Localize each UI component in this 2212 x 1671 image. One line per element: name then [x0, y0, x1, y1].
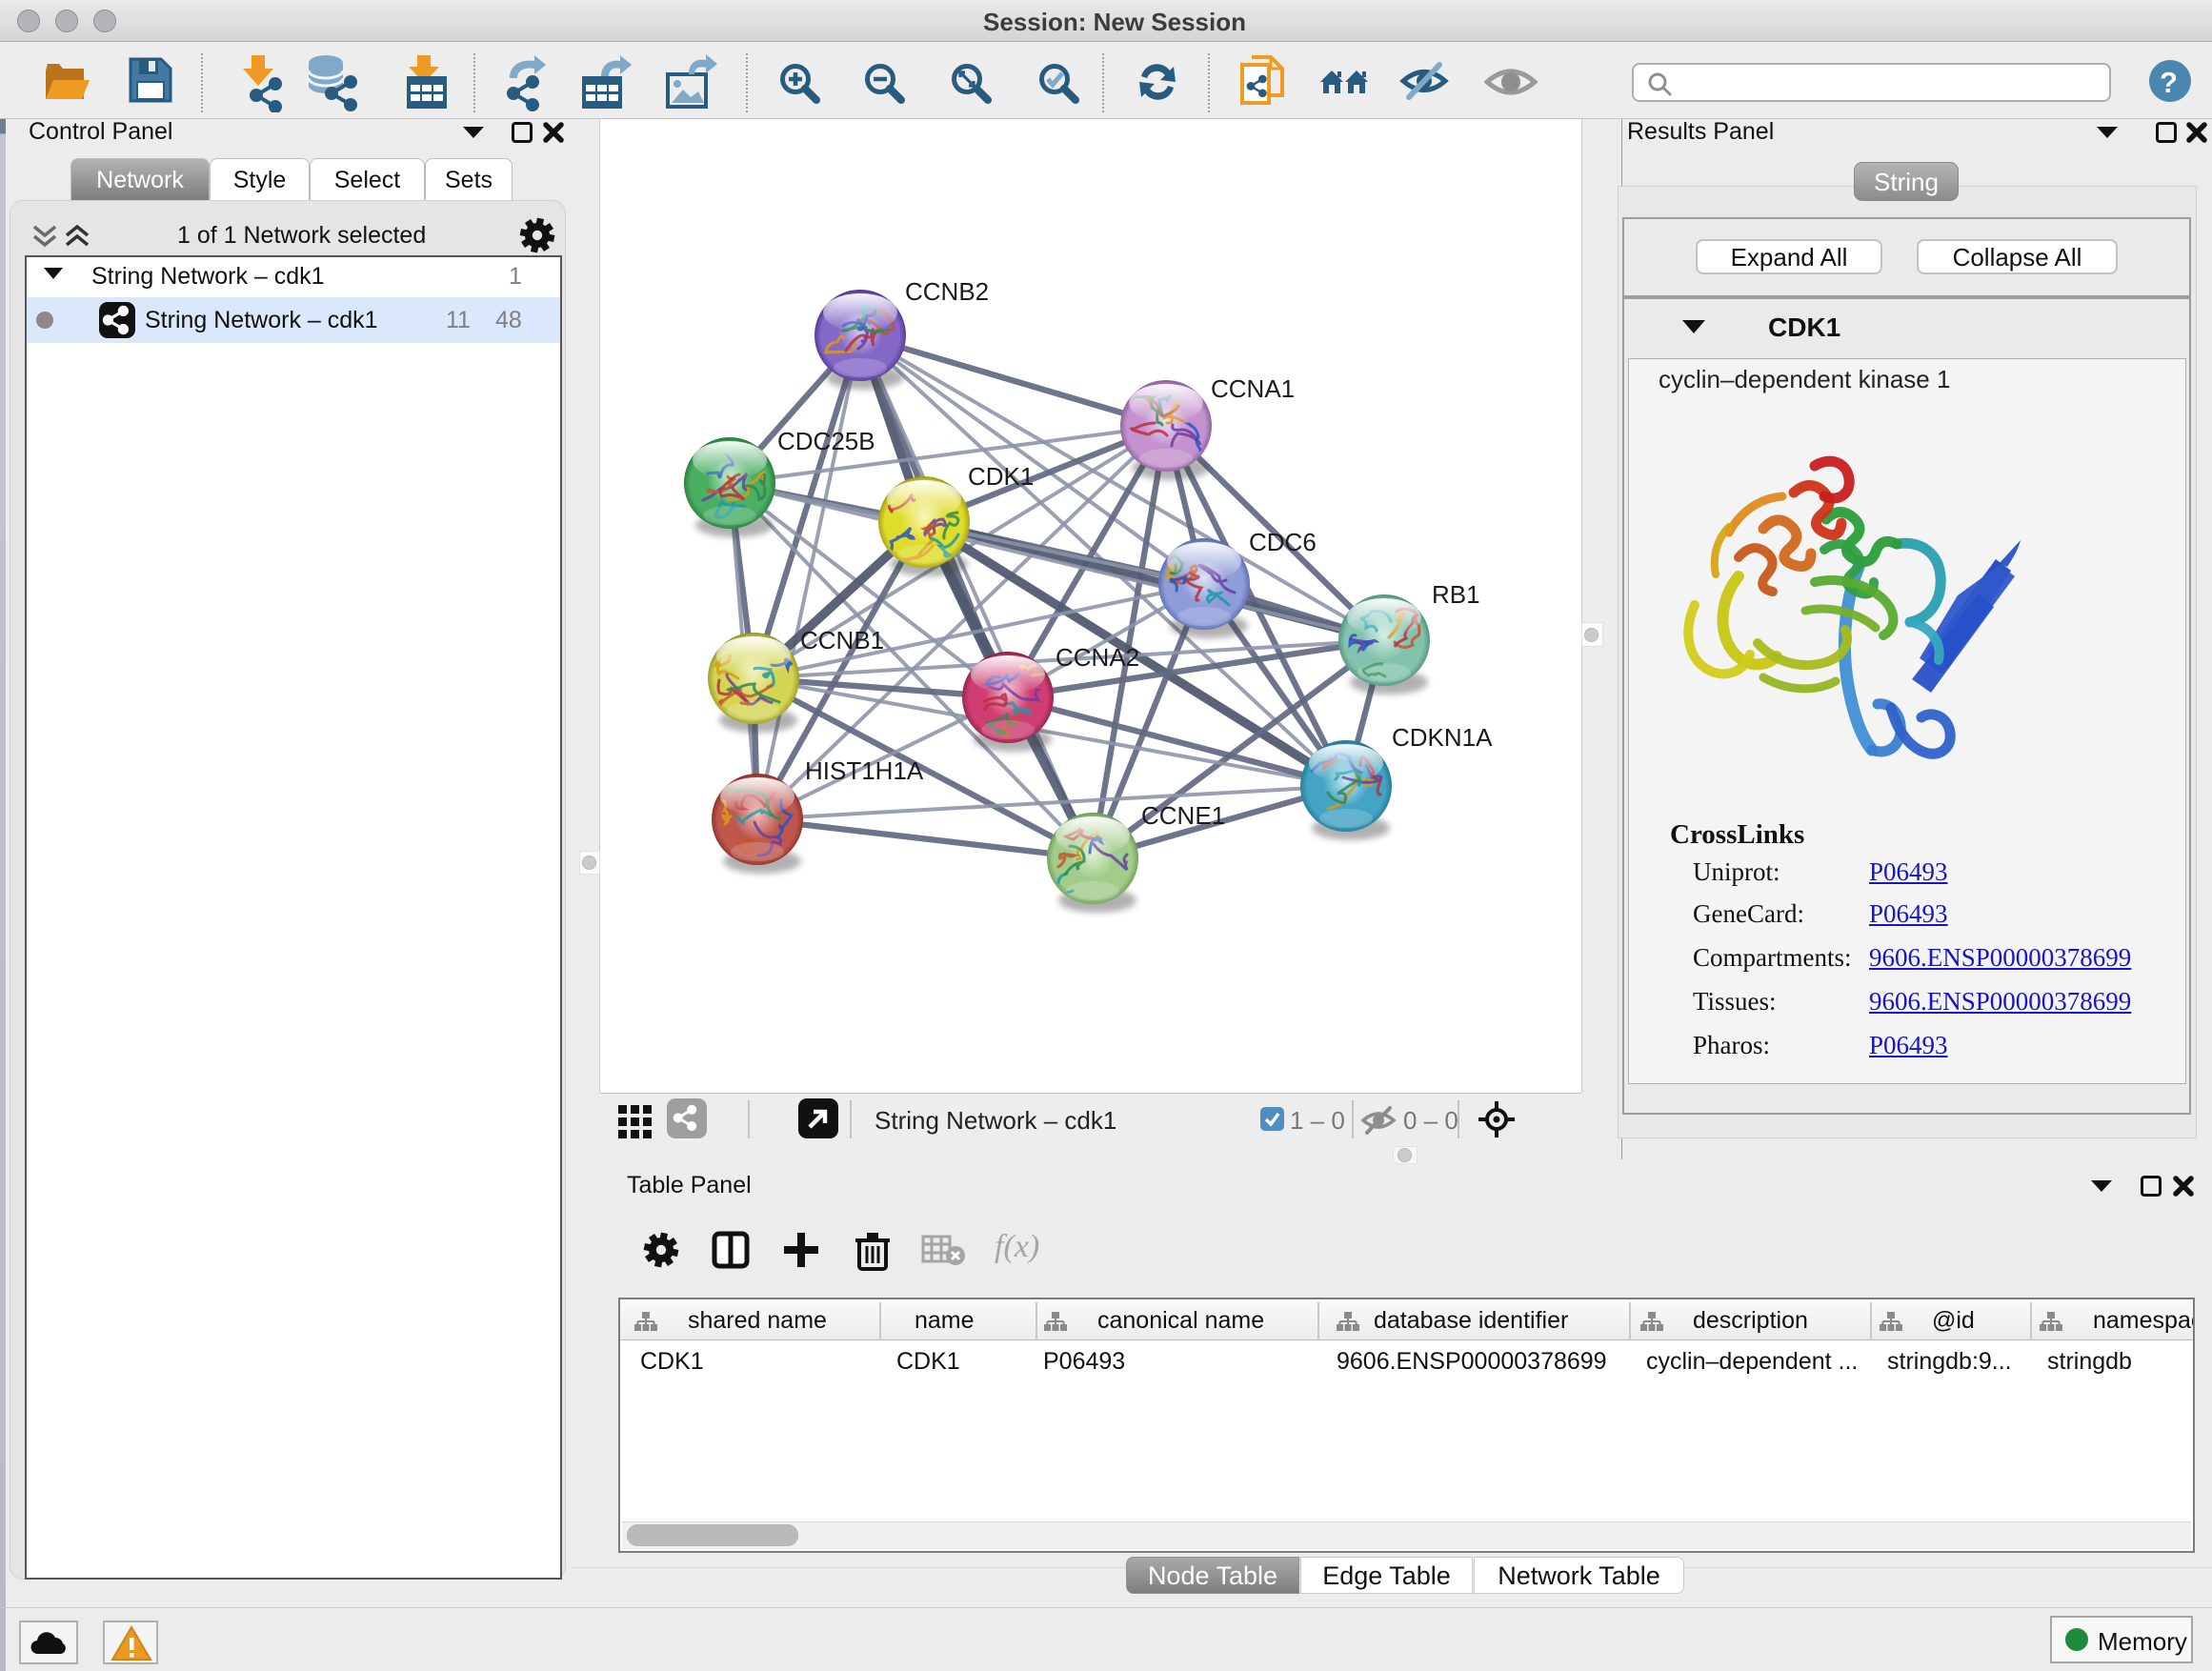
svg-text:CCNB1: CCNB1	[800, 626, 884, 654]
svg-text:CCNA2: CCNA2	[1056, 643, 1139, 672]
svg-text:CDK1: CDK1	[968, 462, 1034, 491]
svg-text:RB1: RB1	[1432, 580, 1480, 609]
svg-text:CCNA1: CCNA1	[1211, 374, 1295, 403]
svg-text:CCNB2: CCNB2	[905, 277, 989, 306]
svg-text:CCNE1: CCNE1	[1141, 801, 1225, 830]
svg-text:CDKN1A: CDKN1A	[1392, 723, 1493, 752]
svg-text:HIST1H1A: HIST1H1A	[805, 756, 924, 785]
svg-text:CDC6: CDC6	[1249, 528, 1317, 556]
svg-text:CDC25B: CDC25B	[777, 427, 875, 455]
